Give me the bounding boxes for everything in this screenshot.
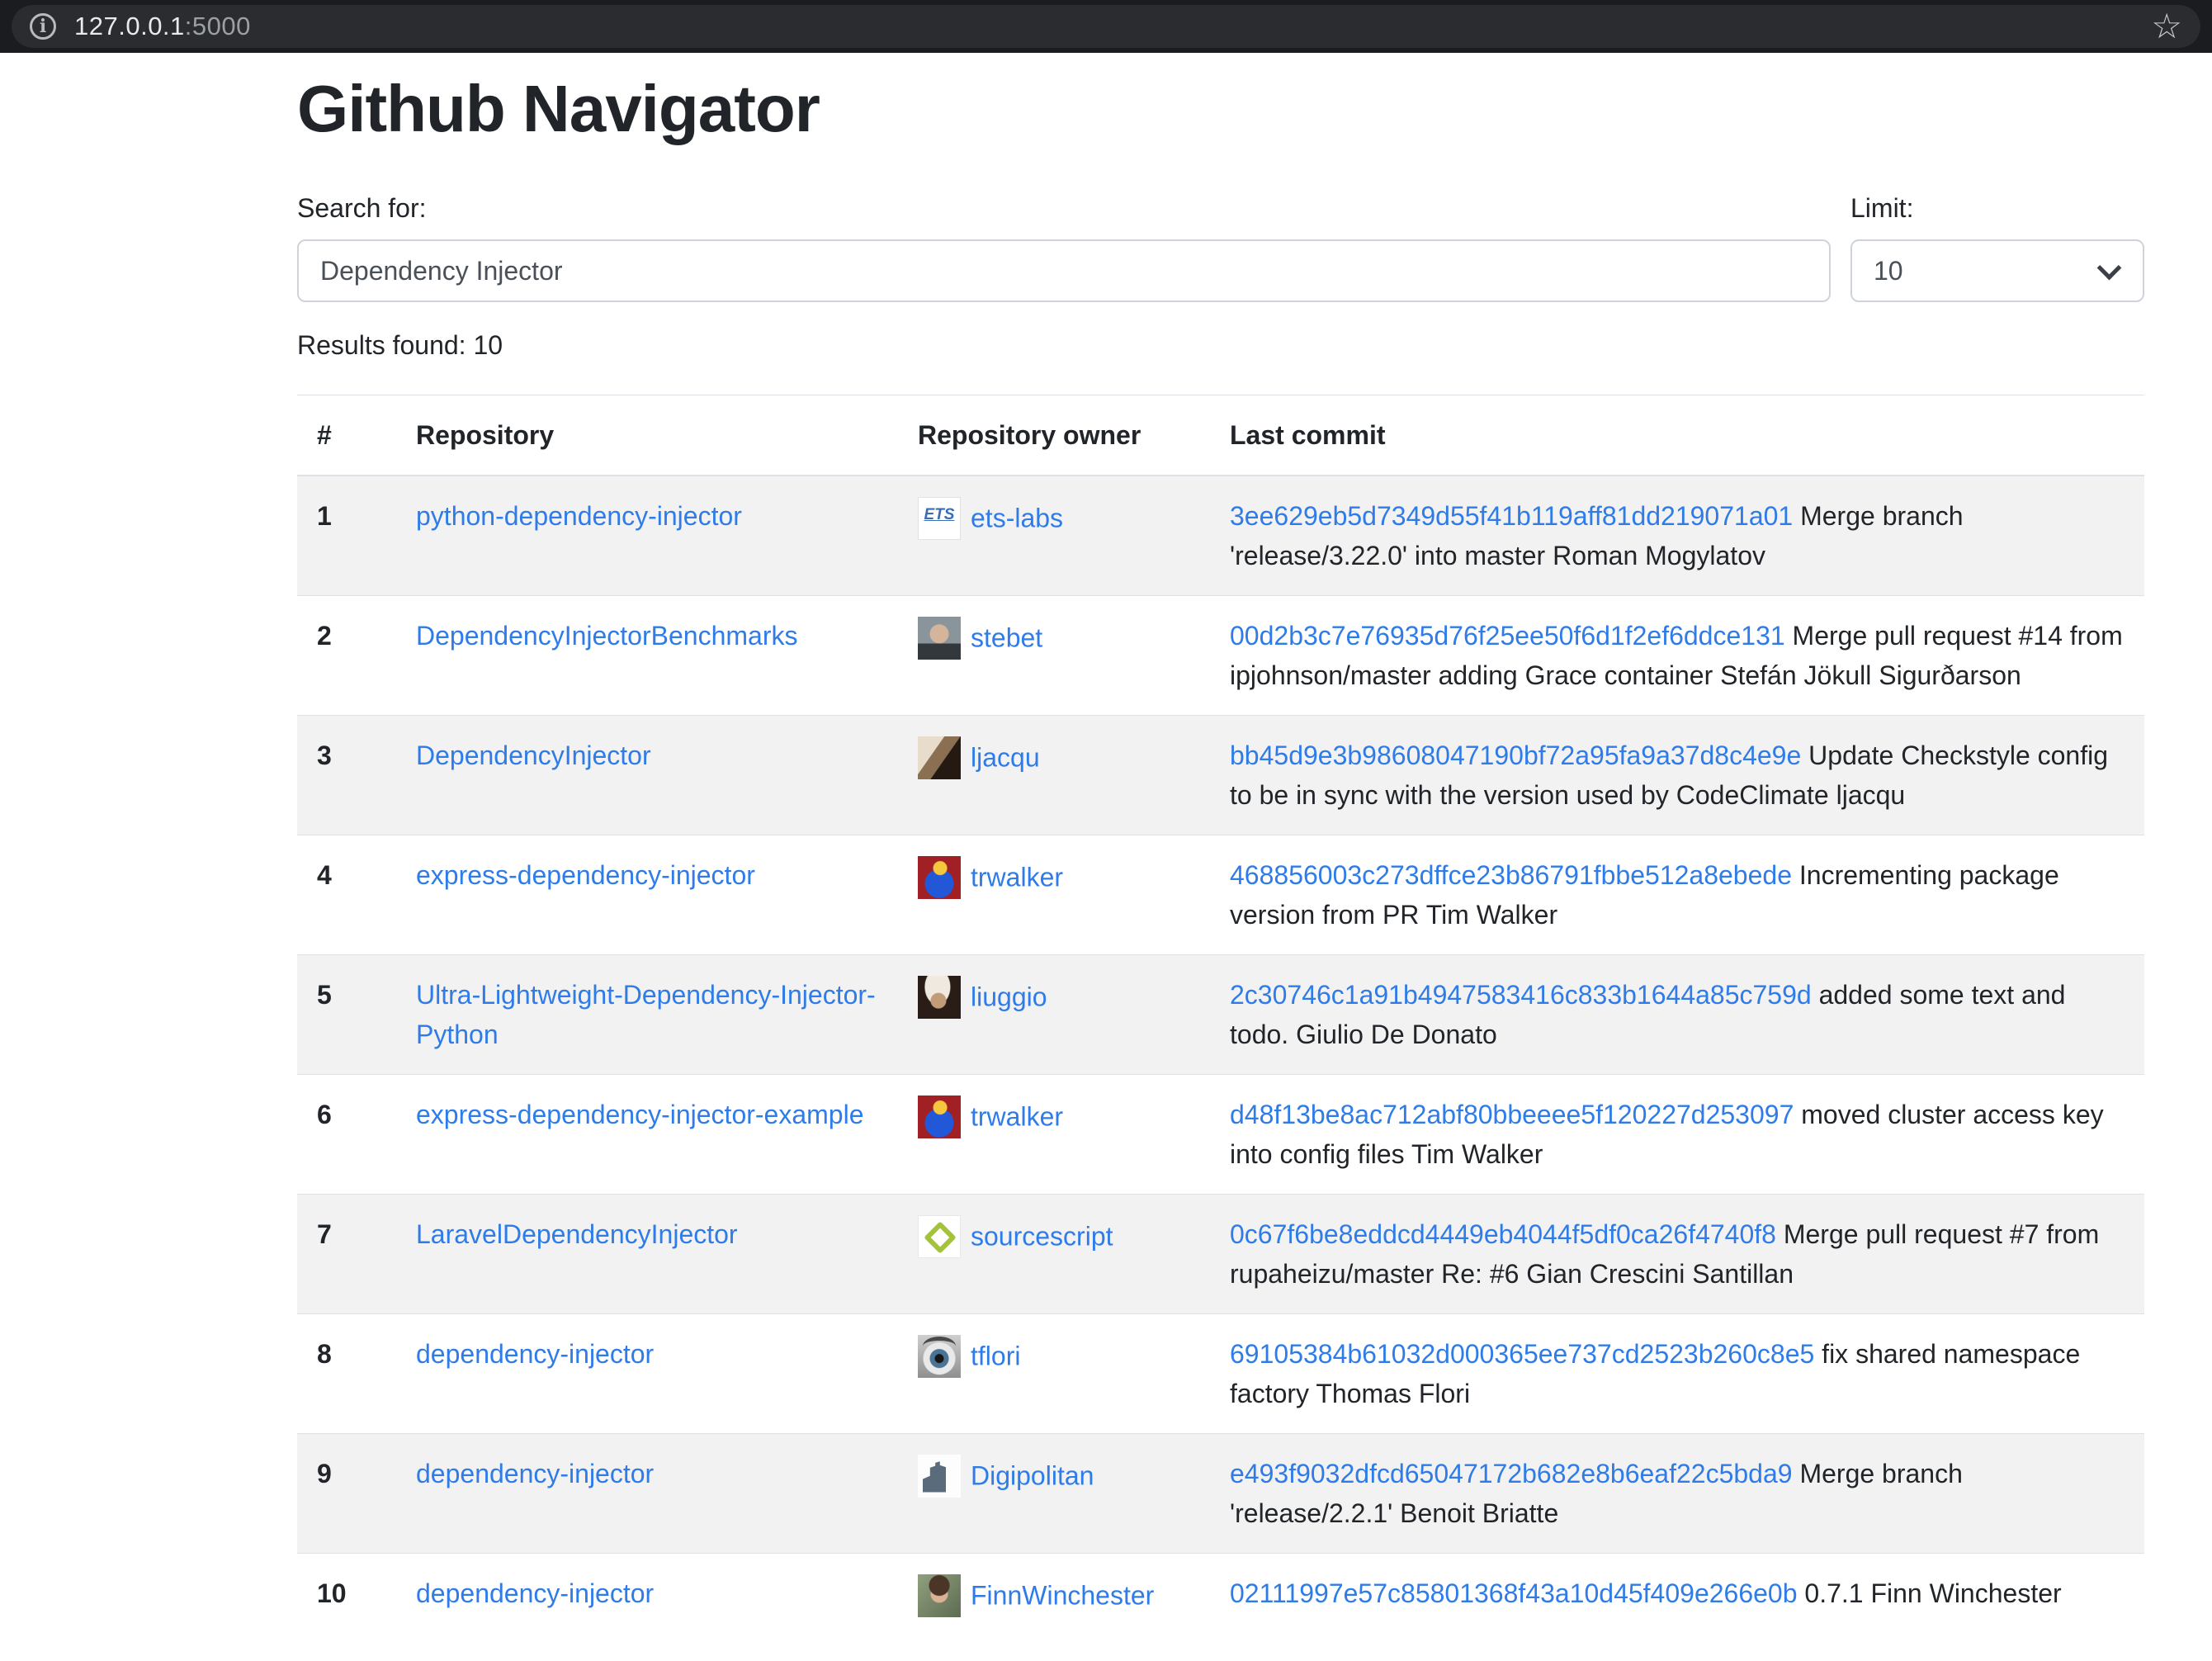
repo-link[interactable]: python-dependency-injector [416,501,742,531]
commit-hash-link[interactable]: 2c30746c1a91b4947583416c833b1644a85c759d [1230,980,1812,1010]
commit-hash-link[interactable]: d48f13be8ac712abf80bbeeee5f120227d253097 [1230,1100,1794,1129]
row-index: 10 [297,1554,396,1637]
repo-link[interactable]: DependencyInjector [416,741,651,770]
owner-link[interactable]: liuggio [971,982,1047,1012]
commit-hash-link[interactable]: bb45d9e3b98608047190bf72a95fa9a37d8c4e9e [1230,741,1801,770]
commit-hash-link[interactable]: 02111997e57c85801368f43a10d45f409e266e0b [1230,1578,1798,1608]
owner-avatar [918,1096,961,1138]
url-port: :5000 [185,12,251,40]
results-table: # Repository Repository owner Last commi… [297,395,2144,1637]
owner-avatar [918,617,961,660]
table-row: 7 LaravelDependencyInjector sourcescript… [297,1195,2144,1314]
table-row: 6 express-dependency-injector-example tr… [297,1075,2144,1195]
owner-link[interactable]: stebet [971,623,1042,653]
search-input[interactable] [297,239,1831,302]
owner-avatar [918,736,961,779]
results-count: Results found: 10 [297,325,2144,365]
owner-avatar [918,856,961,899]
bookmark-star-icon[interactable]: ☆ [2151,9,2182,44]
address-bar[interactable]: i 127.0.0.1:5000 ☆ [12,5,2200,48]
row-index: 7 [297,1195,396,1314]
table-row: 8 dependency-injector tflori 69105384b61… [297,1314,2144,1434]
page-content: Github Navigator Search for: Limit: 10 R… [297,53,2144,1637]
row-index: 9 [297,1434,396,1554]
col-header-owner: Repository owner [898,395,1210,476]
owner-avatar [918,497,961,540]
owner-link[interactable]: trwalker [971,1102,1063,1132]
commit-hash-link[interactable]: e493f9032dfcd65047172b682e8b6eaf22c5bda9 [1230,1459,1793,1488]
owner-link[interactable]: FinnWinchester [971,1581,1154,1611]
table-row: 5 Ultra-Lightweight-Dependency-Injector-… [297,955,2144,1075]
repo-link[interactable]: dependency-injector [416,1578,654,1608]
search-form: Search for: Limit: 10 [297,188,2144,302]
browser-chrome: i 127.0.0.1:5000 ☆ [0,0,2212,53]
commit-hash-link[interactable]: 3ee629eb5d7349d55f41b119aff81dd219071a01 [1230,501,1793,531]
repo-link[interactable]: express-dependency-injector [416,860,755,890]
col-header-last-commit: Last commit [1210,395,2144,476]
row-index: 1 [297,476,396,596]
repo-link[interactable]: DependencyInjectorBenchmarks [416,621,797,651]
row-index: 8 [297,1314,396,1434]
limit-select-wrap: 10 [1850,239,2144,302]
commit-hash-link[interactable]: 69105384b61032d000365ee737cd2523b260c8e5 [1230,1339,1814,1369]
results-table-head: # Repository Repository owner Last commi… [297,395,2144,476]
owner-link[interactable]: trwalker [971,863,1063,892]
search-field-group: Search for: [297,188,1831,302]
repo-link[interactable]: Ultra-Lightweight-Dependency-Injector-Py… [416,980,876,1049]
table-row: 3 DependencyInjector ljacqu bb45d9e3b986… [297,716,2144,835]
owner-avatar [918,1335,961,1378]
owner-link[interactable]: sourcescript [971,1222,1113,1252]
owner-link[interactable]: Digipolitan [971,1461,1094,1491]
repo-link[interactable]: LaravelDependencyInjector [416,1219,738,1249]
owner-link[interactable]: ljacqu [971,743,1040,773]
row-index: 3 [297,716,396,835]
owner-avatar [918,976,961,1019]
page-title: Github Navigator [297,69,2144,149]
owner-avatar [918,1215,961,1258]
commit-hash-link[interactable]: 0c67f6be8eddcd4449eb4044f5df0ca26f4740f8 [1230,1219,1776,1249]
row-index: 5 [297,955,396,1075]
repo-link[interactable]: dependency-injector [416,1339,654,1369]
info-icon[interactable]: i [30,13,56,40]
table-row: 9 dependency-injector Digipolitan e493f9… [297,1434,2144,1554]
repo-link[interactable]: express-dependency-injector-example [416,1100,864,1129]
table-row: 10 dependency-injector FinnWinchester 02… [297,1554,2144,1637]
commit-hash-link[interactable]: 00d2b3c7e76935d76f25ee50f6d1f2ef6ddce131 [1230,621,1785,651]
table-row: 1 python-dependency-injector ets-labs 3e… [297,476,2144,596]
row-index: 2 [297,596,396,716]
url-text: 127.0.0.1:5000 [74,7,251,46]
search-label: Search for: [297,188,1831,228]
limit-label: Limit: [1850,188,2144,228]
table-row: 4 express-dependency-injector trwalker 4… [297,835,2144,955]
commit-message: 0.7.1 Finn Winchester [1804,1578,2061,1608]
owner-link[interactable]: ets-labs [971,504,1063,533]
repo-link[interactable]: dependency-injector [416,1459,654,1488]
limit-field-group: Limit: 10 [1850,188,2144,302]
col-header-repository: Repository [396,395,898,476]
url-host: 127.0.0.1 [74,12,185,40]
col-header-index: # [297,395,396,476]
limit-select[interactable]: 10 [1850,239,2144,302]
owner-avatar [918,1574,961,1617]
owner-link[interactable]: tflori [971,1342,1020,1371]
row-index: 6 [297,1075,396,1195]
results-table-body: 1 python-dependency-injector ets-labs 3e… [297,476,2144,1637]
row-index: 4 [297,835,396,955]
table-row: 2 DependencyInjectorBenchmarks stebet 00… [297,596,2144,716]
commit-hash-link[interactable]: 468856003c273dffce23b86791fbbe512a8ebede [1230,860,1792,890]
owner-avatar [918,1455,961,1498]
